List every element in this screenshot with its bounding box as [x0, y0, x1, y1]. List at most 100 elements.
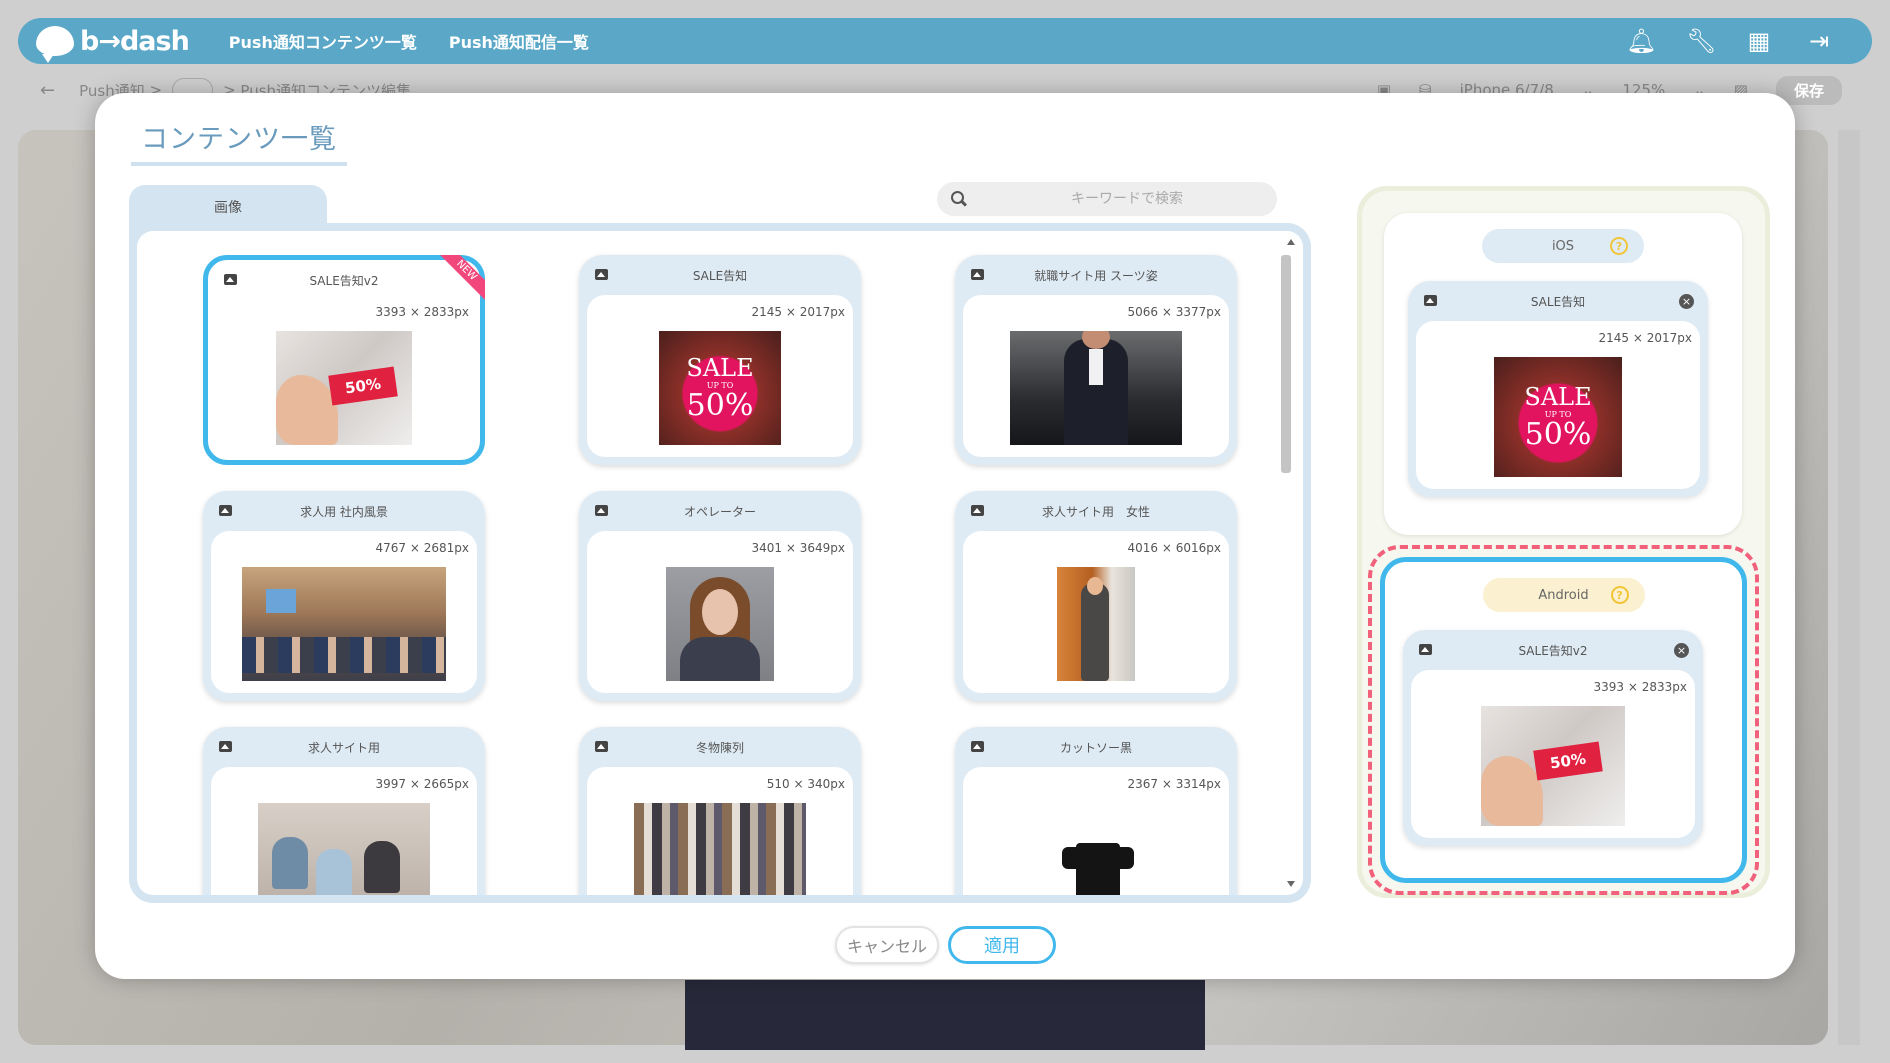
apply-button[interactable]: 適用 — [948, 926, 1056, 964]
card-header: 就職サイト用 スーツ姿 — [955, 255, 1237, 295]
image-type-icon — [595, 505, 608, 516]
close-icon[interactable]: × — [1674, 643, 1689, 658]
card-body: 4767 × 2681px — [211, 531, 477, 693]
card-title: SALE告知v2 — [1518, 643, 1588, 658]
card-body: 510 × 340px — [587, 767, 853, 895]
image-type-icon — [224, 274, 237, 285]
logo-text: b→dash — [80, 25, 190, 57]
thumbnail-clothes-rack — [634, 803, 806, 895]
content-list-modal: コンテンツ一覧 画像 SALE告知v2 NEW 3393 × 2833px — [95, 93, 1795, 979]
card-header: SALE告知 — [579, 255, 861, 295]
card-dimensions: 2367 × 3314px — [1127, 777, 1221, 791]
card-dimensions: 510 × 340px — [766, 777, 845, 791]
content-card-black-tshirt[interactable]: カットソー黒 2367 × 3314px — [955, 727, 1237, 895]
help-icon[interactable]: ? — [1610, 586, 1629, 604]
card-body: 2367 × 3314px — [963, 767, 1229, 895]
thumbnail-sale-tag: 50% — [1481, 706, 1625, 826]
image-type-icon — [595, 269, 608, 280]
thumbnail-group — [258, 803, 430, 895]
image-type-icon — [971, 741, 984, 752]
cancel-button[interactable]: キャンセル — [835, 926, 939, 964]
card-body: 3997 × 2665px — [211, 767, 477, 895]
card-header: 求人サイト用 — [203, 727, 485, 767]
logo-bubble-icon — [36, 26, 74, 63]
card-header: カットソー黒 — [955, 727, 1237, 767]
card-dimensions: 2145 × 2017px — [751, 305, 845, 319]
grid-icon[interactable]: ▦ — [1746, 27, 1772, 55]
save-button[interactable]: 保存 — [1775, 75, 1842, 105]
card-title: カットソー黒 — [1059, 740, 1132, 755]
content-grid-scroll-area: SALE告知v2 NEW 3393 × 2833px 50% SALE告知 21… — [137, 231, 1303, 895]
android-label: Android — [1538, 587, 1589, 603]
card-body: 2145 × 2017px SALE UP TO 50% — [587, 295, 853, 457]
content-grid: SALE告知v2 NEW 3393 × 2833px 50% SALE告知 21… — [203, 255, 1237, 895]
content-card-suit[interactable]: 就職サイト用 スーツ姿 5066 × 3377px — [955, 255, 1237, 465]
close-icon[interactable]: × — [1679, 294, 1694, 309]
ios-label: iOS — [1551, 238, 1575, 254]
grid-scrollbar[interactable] — [1281, 237, 1299, 889]
wrench-icon[interactable]: 🔧︎ — [1686, 27, 1716, 55]
card-body: 3393 × 2833px 50% — [211, 295, 477, 457]
nav-push-delivery-list[interactable]: Push通知配信一覧 — [449, 29, 589, 53]
sale-percent-text: 50% — [1524, 417, 1592, 452]
content-card-recruit[interactable]: 求人サイト用 3997 × 2665px — [203, 727, 485, 895]
image-type-icon — [971, 269, 984, 280]
content-card-sale[interactable]: SALE告知 2145 × 2017px SALE UP TO 50% — [579, 255, 861, 465]
thumbnail-suit — [1010, 331, 1182, 445]
thumbnail-office — [242, 567, 446, 681]
card-dimensions: 5066 × 3377px — [1127, 305, 1221, 319]
content-card-sale-v2[interactable]: SALE告知v2 NEW 3393 × 2833px 50% — [203, 255, 485, 465]
bell-icon[interactable]: 🔔︎ — [1626, 27, 1656, 55]
ios-label-pill: iOS ? — [1482, 229, 1644, 263]
card-header: 求人サイト用 女性 — [955, 491, 1237, 531]
modal-title: コンテンツ一覧 — [131, 117, 347, 166]
image-type-icon — [1419, 644, 1432, 655]
android-assigned-card[interactable]: SALE告知v2 × 3393 × 2833px 50% — [1403, 630, 1703, 846]
card-title: SALE告知 — [1530, 294, 1586, 309]
header-icons: 🔔︎ 🔧︎ ▦ ⇥ — [1626, 27, 1872, 55]
card-dimensions: 3401 × 3649px — [751, 541, 845, 555]
card-dimensions: 3393 × 2833px — [1593, 680, 1687, 694]
ios-slot[interactable]: iOS ? SALE告知 × 2145 × 2017px SALE UP TO … — [1384, 213, 1742, 535]
back-arrow-icon[interactable]: ← — [40, 80, 55, 101]
image-type-icon — [1424, 295, 1437, 306]
ios-assigned-card[interactable]: SALE告知 × 2145 × 2017px SALE UP TO 50% — [1408, 281, 1708, 497]
help-icon[interactable]: ? — [1610, 237, 1628, 255]
app-logo[interactable]: b→dash — [36, 25, 190, 63]
card-title: SALE告知 — [692, 268, 748, 283]
android-slot[interactable]: Android ? SALE告知v2 × 3393 × 2833px 50% — [1380, 557, 1747, 883]
android-drop-zone[interactable]: Android ? SALE告知v2 × 3393 × 2833px 50% — [1368, 545, 1759, 895]
card-title: 求人サイト用 — [307, 740, 380, 755]
card-title: オペレーター — [683, 504, 756, 519]
search-box — [937, 182, 1277, 216]
card-title: 就職サイト用 スーツ姿 — [1034, 268, 1158, 283]
scrollbar-thumb[interactable] — [1281, 255, 1291, 473]
page-scrollbar[interactable] — [1838, 130, 1860, 1045]
os-assignment-panel: iOS ? SALE告知 × 2145 × 2017px SALE UP TO … — [1357, 186, 1770, 898]
sale-tag-label: 50% — [328, 366, 398, 406]
content-card-recruit-woman[interactable]: 求人サイト用 女性 4016 × 6016px — [955, 491, 1237, 701]
card-dimensions: 3997 × 2665px — [375, 777, 469, 791]
search-input[interactable] — [1007, 191, 1247, 207]
card-header: SALE告知v2 × — [1403, 630, 1703, 670]
card-body: 5066 × 3377px — [963, 295, 1229, 457]
sale-big-text: SALE — [686, 354, 754, 382]
card-title: 求人用 社内風景 — [300, 504, 388, 519]
scroll-up-arrow-icon[interactable] — [1287, 239, 1295, 245]
card-header: オペレーター — [579, 491, 861, 531]
card-body: 2145 × 2017px SALE UP TO 50% — [1416, 321, 1700, 489]
card-title: 冬物陳列 — [695, 740, 744, 755]
sale-big-text: SALE — [1524, 383, 1592, 411]
nav-push-content-list[interactable]: Push通知コンテンツ一覧 — [229, 29, 417, 53]
card-dimensions: 4767 × 2681px — [375, 541, 469, 555]
content-card-operator[interactable]: オペレーター 3401 × 3649px — [579, 491, 861, 701]
thumbnail-recruit-woman — [1057, 567, 1135, 681]
image-type-icon — [219, 741, 232, 752]
card-dimensions: 4016 × 6016px — [1127, 541, 1221, 555]
card-header: 求人用 社内風景 — [203, 491, 485, 531]
logout-icon[interactable]: ⇥ — [1806, 27, 1832, 55]
scroll-down-arrow-icon[interactable] — [1287, 881, 1295, 887]
content-card-office[interactable]: 求人用 社内風景 4767 × 2681px — [203, 491, 485, 701]
content-card-winter-display[interactable]: 冬物陳列 510 × 340px — [579, 727, 861, 895]
thumbnail-sale-circle: SALE UP TO 50% — [1494, 357, 1622, 477]
